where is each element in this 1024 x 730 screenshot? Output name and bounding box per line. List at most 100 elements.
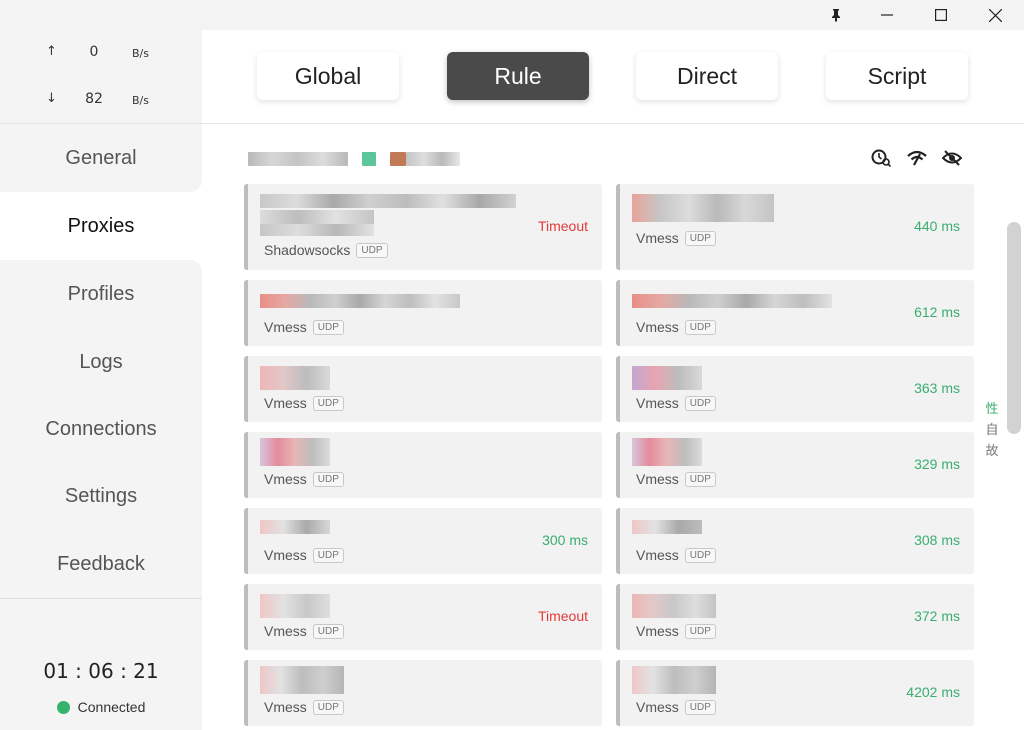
udp-tag: UDP <box>684 230 716 246</box>
sidebar-item-proxies[interactable]: Proxies <box>0 192 202 260</box>
sidebar: ↑ 0 B/s ↓ 82 B/s General Proxies Profile… <box>0 30 202 730</box>
upload-unit: B/s <box>132 47 149 60</box>
sidebar-item-label: General <box>65 146 137 169</box>
side-letter-strip: 性 自 故 <box>982 398 1002 461</box>
proxy-type: Vmess UDP <box>636 547 716 563</box>
proxy-card[interactable]: Vmess UDP <box>244 432 602 498</box>
udp-tag: UDP <box>684 471 716 487</box>
session-timer: 01 : 06 : 21 <box>43 659 159 683</box>
mode-selector: Global Rule Direct Script <box>202 30 1024 124</box>
proxy-name-blurred <box>632 366 702 390</box>
proxy-type: Vmess UDP <box>264 699 344 715</box>
sidebar-item-label: Connections <box>45 417 157 440</box>
traffic-panel: ↑ 0 B/s ↓ 82 B/s <box>0 30 202 124</box>
udp-tag: UDP <box>684 395 716 411</box>
main-panel: Global Rule Direct Script Shadowsocks UDP… <box>202 30 1024 730</box>
udp-tag: UDP <box>312 319 344 335</box>
proxy-latency[interactable]: Timeout <box>538 218 588 234</box>
proxy-latency[interactable]: 308 ms <box>914 532 960 548</box>
mode-direct-button[interactable]: Direct <box>636 52 778 100</box>
connection-status: Connected <box>0 699 202 715</box>
sidebar-item-profiles[interactable]: Profiles <box>0 260 202 328</box>
sidebar-item-general[interactable]: General <box>0 124 202 192</box>
proxy-type: Vmess UDP <box>636 623 716 639</box>
sidebar-item-logs[interactable]: Logs <box>0 328 202 396</box>
status-label: Connected <box>77 699 146 715</box>
upload-speed: ↑ 0 B/s <box>0 44 202 64</box>
proxy-latency[interactable]: 612 ms <box>914 304 960 320</box>
proxy-name-blurred <box>260 438 330 466</box>
proxy-card[interactable]: Vmess UDP 372 ms <box>616 584 974 650</box>
proxy-name-blurred <box>632 294 832 308</box>
udp-tag: UDP <box>312 623 344 639</box>
pin-icon[interactable] <box>813 0 859 30</box>
proxy-card[interactable]: Vmess UDP 308 ms <box>616 508 974 574</box>
proxy-type: Vmess UDP <box>264 623 344 639</box>
proxy-name-blurred <box>260 520 330 534</box>
download-arrow-icon: ↓ <box>46 91 57 106</box>
proxy-card[interactable]: Vmess UDP 440 ms <box>616 184 974 270</box>
proxy-latency[interactable]: Timeout <box>538 608 588 624</box>
proxy-card[interactable]: Vmess UDP <box>244 660 602 726</box>
proxy-type: Vmess UDP <box>636 319 716 335</box>
proxy-card[interactable]: Vmess UDP <box>244 280 602 346</box>
proxy-latency[interactable]: 329 ms <box>914 456 960 472</box>
proxy-latency[interactable]: 4202 ms <box>906 684 960 700</box>
latency-test-icon[interactable] <box>870 148 892 168</box>
status-dot-icon <box>56 700 70 714</box>
proxy-latency[interactable]: 300 ms <box>542 532 588 548</box>
scrollbar-thumb[interactable] <box>1007 222 1021 434</box>
proxy-type: Shadowsocks UDP <box>264 242 388 258</box>
proxy-name-blurred <box>260 594 330 618</box>
proxy-type: Vmess UDP <box>636 230 716 246</box>
proxy-name-blurred <box>632 438 702 466</box>
udp-tag: UDP <box>684 699 716 715</box>
sidebar-item-settings[interactable]: Settings <box>0 462 202 530</box>
mode-rule-button[interactable]: Rule <box>447 52 589 100</box>
upload-value: 0 <box>89 44 99 60</box>
proxy-card[interactable]: Vmess UDP 363 ms <box>616 356 974 422</box>
proxy-name-blurred <box>260 294 460 308</box>
udp-tag: UDP <box>684 623 716 639</box>
close-icon[interactable] <box>972 0 1018 30</box>
hide-eye-icon[interactable] <box>941 148 963 168</box>
proxy-name-blurred <box>632 666 716 694</box>
udp-tag: UDP <box>312 471 344 487</box>
sidebar-item-label: Proxies <box>67 214 135 237</box>
mode-script-button[interactable]: Script <box>826 52 968 100</box>
proxy-type: Vmess UDP <box>264 319 344 335</box>
side-letter: 故 <box>985 443 999 458</box>
proxy-card[interactable]: Vmess UDP <box>244 356 602 422</box>
udp-tag: UDP <box>312 547 344 563</box>
proxy-name-blurred <box>632 520 702 534</box>
proxy-latency[interactable]: 363 ms <box>914 380 960 396</box>
sidebar-item-label: Feedback <box>57 552 145 575</box>
udp-tag: UDP <box>312 699 344 715</box>
proxy-card[interactable]: Vmess UDP 4202 ms <box>616 660 974 726</box>
proxy-latency[interactable]: 440 ms <box>914 218 960 234</box>
proxy-name-blurred <box>260 666 344 694</box>
proxy-type: Vmess UDP <box>264 395 344 411</box>
sidebar-item-connections[interactable]: Connections <box>0 395 202 463</box>
udp-tag: UDP <box>312 395 344 411</box>
proxy-card[interactable]: Shadowsocks UDP Timeout <box>244 184 602 270</box>
sidebar-item-feedback[interactable]: Feedback <box>0 530 202 598</box>
proxy-card[interactable]: Vmess UDP 300 ms <box>244 508 602 574</box>
mode-global-button[interactable]: Global <box>257 52 399 100</box>
proxy-card[interactable]: Vmess UDP 329 ms <box>616 432 974 498</box>
side-letter: 性 <box>985 401 999 416</box>
proxy-type: Vmess UDP <box>636 395 716 411</box>
download-value: 82 <box>85 91 103 107</box>
session-panel: 01 : 06 : 21 Connected <box>0 598 202 730</box>
proxy-card[interactable]: Vmess UDP Timeout <box>244 584 602 650</box>
sidebar-item-label: Profiles <box>67 282 135 305</box>
proxy-card[interactable]: Vmess UDP 612 ms <box>616 280 974 346</box>
proxy-name-blurred <box>632 194 774 222</box>
udp-tag: UDP <box>356 242 388 258</box>
proxy-name-blurred <box>260 194 516 208</box>
maximize-icon[interactable] <box>918 0 964 30</box>
proxy-latency[interactable]: 372 ms <box>914 608 960 624</box>
minimize-icon[interactable] <box>864 0 910 30</box>
wifi-speed-icon[interactable] <box>906 148 928 168</box>
upload-arrow-icon: ↑ <box>46 44 57 59</box>
